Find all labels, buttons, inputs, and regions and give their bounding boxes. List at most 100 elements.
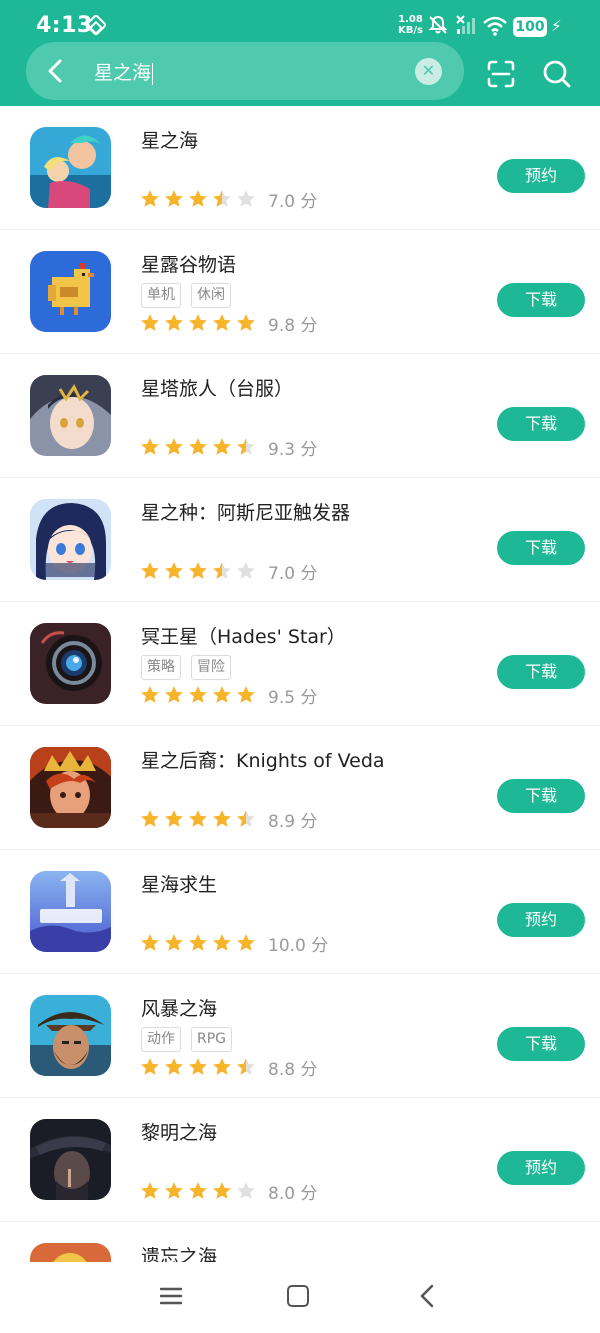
star-full-icon: [141, 562, 159, 579]
search-input[interactable]: 星之海: [94, 58, 154, 85]
result-item[interactable]: 星海求生 10.0 分 预约: [0, 850, 600, 974]
search-bar: [26, 42, 464, 100]
app-icon-hades-star[interactable]: [30, 623, 111, 704]
download-button[interactable]: 下载: [497, 779, 585, 813]
tag-list: 动作 RPG: [141, 1027, 242, 1052]
score-text: 9.5 分: [268, 687, 318, 708]
tag[interactable]: 动作: [141, 1027, 181, 1052]
menu-icon[interactable]: [160, 1286, 182, 1306]
download-button[interactable]: 下载: [497, 531, 585, 565]
rating: 7.0 分: [140, 560, 318, 584]
star-full-icon: [165, 810, 183, 827]
tag[interactable]: 单机: [141, 283, 181, 308]
star-full-icon: [165, 1182, 183, 1199]
back-icon[interactable]: [418, 1284, 436, 1308]
app-name: 星之后裔：Knights of Veda: [141, 750, 385, 772]
star-full-icon: [165, 1058, 183, 1075]
app-name: 风暴之海: [141, 998, 218, 1020]
star-full-icon: [141, 934, 159, 951]
tag[interactable]: 休闲: [191, 283, 231, 308]
star-full-icon: [141, 314, 159, 331]
star-full-icon: [189, 810, 207, 827]
star-full-icon: [213, 686, 231, 703]
score-text: 10.0 分: [268, 935, 329, 956]
score-text: 8.0 分: [268, 1183, 318, 1204]
score-text: 8.8 分: [268, 1059, 318, 1080]
tag[interactable]: RPG: [191, 1027, 233, 1052]
download-button[interactable]: 下载: [497, 283, 585, 317]
app-header: 4:13 1.08 KB/s 100 ⚡ 星之海 ✕: [0, 0, 600, 106]
star-full-icon: [141, 686, 159, 703]
app-icon-storm-sea[interactable]: [30, 995, 111, 1076]
result-item[interactable]: 冥王星（Hades' Star） 策略 冒险 9.5 分 下载: [0, 602, 600, 726]
star-half-icon: [213, 190, 231, 207]
app-name: 星塔旅人（台服）: [141, 378, 294, 400]
text-caret: [152, 62, 154, 85]
app-icon-stardew-valley[interactable]: [30, 251, 111, 332]
tag-list: 单机 休闲: [141, 283, 241, 308]
back-button[interactable]: [40, 55, 72, 87]
result-item[interactable]: 风暴之海 动作 RPG 8.8 分 下载: [0, 974, 600, 1098]
rating: 9.8 分: [140, 312, 318, 336]
app-icon-dawn-sea[interactable]: [30, 1119, 111, 1200]
score-text: 7.0 分: [268, 563, 318, 584]
tag-list: 策略 冒险: [141, 655, 241, 680]
download-button[interactable]: 下载: [497, 1027, 585, 1061]
score-text: 9.8 分: [268, 315, 318, 336]
rating: 8.8 分: [140, 1056, 318, 1080]
score-text: 9.3 分: [268, 439, 318, 460]
scan-button[interactable]: [486, 59, 516, 89]
tag[interactable]: 策略: [141, 655, 181, 680]
rating: 8.9 分: [140, 808, 318, 832]
clear-search-button[interactable]: ✕: [415, 58, 442, 85]
result-item[interactable]: 黎明之海 8.0 分 预约: [0, 1098, 600, 1222]
star-full-icon: [141, 1182, 159, 1199]
star-full-icon: [165, 562, 183, 579]
app-icon-star-seed[interactable]: [30, 499, 111, 580]
star-full-icon: [165, 190, 183, 207]
signal-icon: [456, 15, 475, 34]
download-button[interactable]: 下载: [497, 655, 585, 689]
star-full-icon: [189, 562, 207, 579]
result-item[interactable]: 星塔旅人（台服） 9.3 分 下载: [0, 354, 600, 478]
app-icon-knights-of-veda[interactable]: [30, 747, 111, 828]
star-full-icon: [189, 686, 207, 703]
search-query: 星之海: [94, 62, 152, 84]
star-full-icon: [213, 314, 231, 331]
reserve-button[interactable]: 预约: [497, 159, 585, 193]
result-item[interactable]: 星之种：阿斯尼亚触发器 7.0 分 下载: [0, 478, 600, 602]
result-item[interactable]: 星之后裔：Knights of Veda 8.9 分 下载: [0, 726, 600, 850]
mute-icon: [428, 15, 448, 34]
download-button[interactable]: 下载: [497, 407, 585, 441]
charging-icon: ⚡: [551, 17, 562, 35]
wifi-icon: [483, 16, 507, 36]
result-item[interactable]: 星露谷物语 单机 休闲 9.8 分 下载: [0, 230, 600, 354]
result-item[interactable]: 星之海 7.0 分 预约: [0, 106, 600, 230]
close-icon: ✕: [421, 61, 436, 80]
app-icon-star-sea-survival[interactable]: [30, 871, 111, 952]
reserve-button[interactable]: 预约: [497, 903, 585, 937]
star-full-icon: [165, 438, 183, 455]
star-half-icon: [213, 562, 231, 579]
star-half-icon: [237, 1058, 255, 1075]
battery-level: 100: [513, 17, 547, 37]
star-full-icon: [213, 1058, 231, 1075]
star-full-icon: [213, 438, 231, 455]
reserve-button[interactable]: 预约: [497, 1151, 585, 1185]
star-full-icon: [213, 1182, 231, 1199]
star-full-icon: [237, 314, 255, 331]
rating: 8.0 分: [140, 1180, 318, 1204]
app-name: 星之种：阿斯尼亚触发器: [141, 502, 351, 524]
score-text: 8.9 分: [268, 811, 318, 832]
app-icon-star-tower-traveler[interactable]: [30, 375, 111, 456]
search-button[interactable]: [542, 59, 572, 89]
star-empty-icon: [237, 562, 255, 579]
network-speed-value: 1.08: [398, 14, 423, 25]
home-icon[interactable]: [287, 1285, 309, 1307]
rating: 7.0 分: [140, 188, 317, 212]
app-icon-sea-of-stars[interactable]: [30, 127, 111, 208]
star-half-icon: [237, 438, 255, 455]
star-full-icon: [237, 686, 255, 703]
tag[interactable]: 冒险: [191, 655, 231, 680]
star-empty-icon: [237, 1182, 255, 1199]
